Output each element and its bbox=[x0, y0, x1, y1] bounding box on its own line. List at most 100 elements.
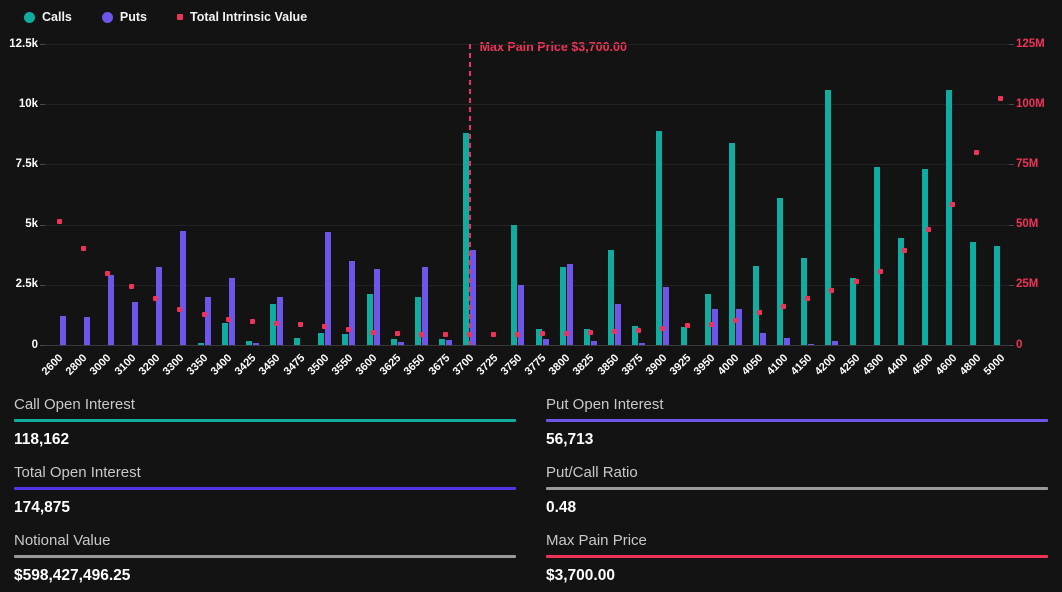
call-bar[interactable] bbox=[511, 225, 517, 345]
intrinsic-value-point[interactable] bbox=[612, 329, 617, 334]
left-axis-label: 5k bbox=[0, 218, 38, 230]
put-bar[interactable] bbox=[808, 344, 814, 345]
put-bar[interactable] bbox=[132, 302, 138, 345]
call-bar[interactable] bbox=[970, 242, 976, 346]
call-bar[interactable] bbox=[898, 238, 904, 345]
intrinsic-value-point[interactable] bbox=[491, 332, 496, 337]
right-axis-tick bbox=[1009, 225, 1014, 226]
intrinsic-value-point[interactable] bbox=[757, 310, 762, 315]
call-bar[interactable] bbox=[729, 143, 735, 345]
call-bar[interactable] bbox=[367, 294, 373, 345]
call-bar[interactable] bbox=[850, 278, 856, 345]
put-bar[interactable] bbox=[229, 278, 235, 345]
put-bar[interactable] bbox=[615, 304, 621, 345]
put-bar[interactable] bbox=[446, 340, 452, 345]
put-bar[interactable] bbox=[60, 316, 66, 345]
stat-underline bbox=[14, 419, 516, 422]
put-bar[interactable] bbox=[760, 333, 766, 345]
intrinsic-value-point[interactable] bbox=[829, 288, 834, 293]
right-axis-label: 0 bbox=[1016, 339, 1022, 351]
intrinsic-value-point[interactable] bbox=[588, 330, 593, 335]
stat-underline bbox=[546, 487, 1048, 490]
intrinsic-value-point[interactable] bbox=[926, 227, 931, 232]
intrinsic-value-point[interactable] bbox=[660, 326, 665, 331]
call-bar[interactable] bbox=[439, 339, 445, 345]
put-bar[interactable] bbox=[470, 250, 476, 345]
intrinsic-value-point[interactable] bbox=[274, 321, 279, 326]
call-bar[interactable] bbox=[801, 258, 807, 345]
call-bar[interactable] bbox=[777, 198, 783, 345]
left-axis-tick bbox=[40, 225, 45, 226]
call-bar[interactable] bbox=[681, 327, 687, 345]
put-bar[interactable] bbox=[156, 267, 162, 345]
stat-value: 0.48 bbox=[546, 499, 1048, 517]
put-bar[interactable] bbox=[832, 341, 838, 345]
put-bar[interactable] bbox=[205, 297, 211, 345]
intrinsic-value-point[interactable] bbox=[298, 322, 303, 327]
intrinsic-value-point[interactable] bbox=[346, 327, 351, 332]
intrinsic-value-point[interactable] bbox=[202, 312, 207, 317]
intrinsic-value-point[interactable] bbox=[153, 296, 158, 301]
intrinsic-value-point[interactable] bbox=[974, 150, 979, 155]
intrinsic-value-point[interactable] bbox=[878, 269, 883, 274]
stat-value: 118,162 bbox=[14, 431, 516, 449]
put-bar[interactable] bbox=[180, 231, 186, 345]
intrinsic-value-point[interactable] bbox=[950, 202, 955, 207]
call-bar[interactable] bbox=[198, 343, 204, 345]
stat-label: Put/Call Ratio bbox=[546, 464, 1048, 481]
put-bar[interactable] bbox=[398, 342, 404, 345]
intrinsic-value-point[interactable] bbox=[781, 304, 786, 309]
call-bar[interactable] bbox=[994, 246, 1000, 345]
call-bar[interactable] bbox=[246, 341, 252, 345]
left-axis-tick bbox=[40, 44, 45, 45]
intrinsic-value-point[interactable] bbox=[902, 248, 907, 253]
put-bar[interactable] bbox=[784, 338, 790, 345]
intrinsic-value-point[interactable] bbox=[395, 331, 400, 336]
intrinsic-value-point[interactable] bbox=[805, 296, 810, 301]
put-bar[interactable] bbox=[349, 261, 355, 345]
call-bar[interactable] bbox=[415, 297, 421, 345]
call-bar[interactable] bbox=[825, 90, 831, 345]
call-bar[interactable] bbox=[922, 169, 928, 345]
intrinsic-value-point[interactable] bbox=[564, 331, 569, 336]
intrinsic-value-point[interactable] bbox=[81, 246, 86, 251]
call-bar[interactable] bbox=[391, 339, 397, 345]
intrinsic-value-point[interactable] bbox=[515, 332, 520, 337]
call-bar[interactable] bbox=[318, 333, 324, 345]
intrinsic-value-point[interactable] bbox=[733, 318, 738, 323]
intrinsic-value-point[interactable] bbox=[685, 323, 690, 328]
put-bar[interactable] bbox=[84, 317, 90, 345]
put-bar[interactable] bbox=[253, 343, 259, 345]
call-bar[interactable] bbox=[705, 294, 711, 345]
intrinsic-value-point[interactable] bbox=[250, 319, 255, 324]
put-bar[interactable] bbox=[591, 341, 597, 345]
call-bar[interactable] bbox=[946, 90, 952, 345]
intrinsic-value-point[interactable] bbox=[177, 307, 182, 312]
call-bar[interactable] bbox=[874, 167, 880, 345]
call-bar[interactable] bbox=[753, 266, 759, 346]
intrinsic-value-point[interactable] bbox=[636, 328, 641, 333]
call-bar[interactable] bbox=[294, 338, 300, 345]
intrinsic-value-point[interactable] bbox=[129, 284, 134, 289]
intrinsic-value-point[interactable] bbox=[322, 324, 327, 329]
stat-label: Notional Value bbox=[14, 532, 516, 549]
intrinsic-value-point[interactable] bbox=[371, 330, 376, 335]
put-bar[interactable] bbox=[663, 287, 669, 345]
put-bar[interactable] bbox=[736, 309, 742, 345]
intrinsic-value-point[interactable] bbox=[226, 317, 231, 322]
intrinsic-value-point[interactable] bbox=[998, 96, 1003, 101]
intrinsic-value-point[interactable] bbox=[419, 332, 424, 337]
call-bar[interactable] bbox=[656, 131, 662, 345]
put-bar[interactable] bbox=[639, 343, 645, 345]
put-bar[interactable] bbox=[108, 275, 114, 345]
intrinsic-value-point[interactable] bbox=[540, 331, 545, 336]
put-bar[interactable] bbox=[543, 339, 549, 345]
intrinsic-value-point[interactable] bbox=[854, 279, 859, 284]
intrinsic-value-point[interactable] bbox=[57, 219, 62, 224]
call-bar[interactable] bbox=[342, 334, 348, 345]
intrinsic-value-point[interactable] bbox=[443, 332, 448, 337]
call-bar[interactable] bbox=[222, 323, 228, 345]
intrinsic-value-point[interactable] bbox=[709, 322, 714, 327]
stat-total-open-interest: Total Open Interest 174,875 bbox=[14, 456, 516, 524]
intrinsic-value-point[interactable] bbox=[105, 271, 110, 276]
